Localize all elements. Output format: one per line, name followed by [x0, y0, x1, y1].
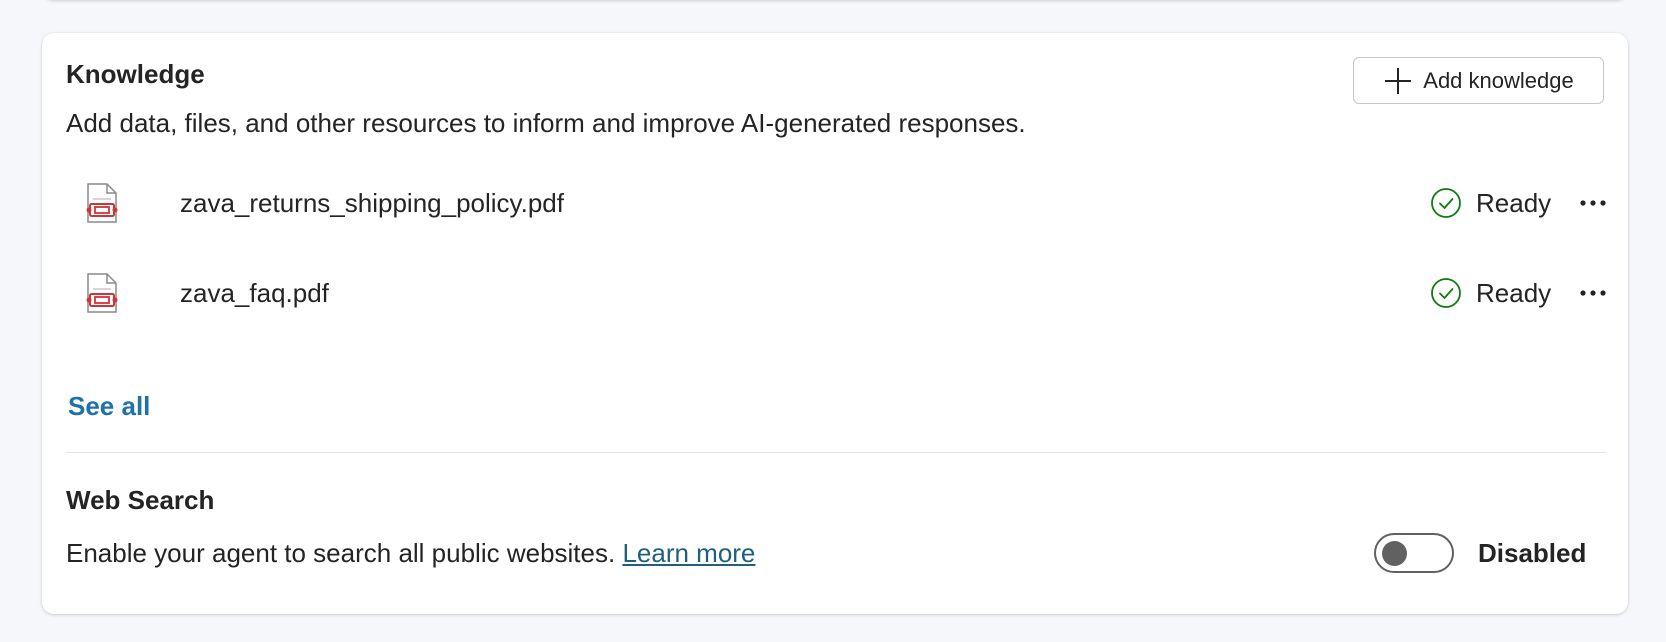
check-circle-icon: [1431, 188, 1461, 218]
status-badge: Ready: [1430, 277, 1551, 309]
web-search-toggle[interactable]: [1374, 533, 1454, 573]
file-name[interactable]: zava_returns_shipping_policy.pdf: [180, 188, 564, 219]
knowledge-file-row[interactable]: zava_returns_shipping_policy.pdf Ready: [66, 173, 1606, 233]
more-options-icon[interactable]: [1576, 276, 1610, 310]
status-badge: Ready: [1430, 187, 1551, 219]
knowledge-card: Knowledge Add knowledge Add data, files,…: [42, 33, 1628, 614]
pdf-file-icon: [86, 183, 118, 223]
toggle-state-label: Disabled: [1478, 538, 1587, 568]
add-knowledge-label: Add knowledge: [1423, 67, 1574, 93]
web-search-title: Web Search: [66, 485, 215, 515]
more-options-icon[interactable]: [1576, 186, 1610, 220]
file-name[interactable]: zava_faq.pdf: [180, 278, 329, 309]
knowledge-file-row[interactable]: zava_faq.pdf Ready: [66, 263, 1606, 323]
web-search-description: Enable your agent to search all public w…: [66, 538, 623, 568]
add-knowledge-button[interactable]: Add knowledge: [1353, 57, 1604, 104]
status-text: Ready: [1476, 277, 1552, 308]
learn-more-link[interactable]: Learn more: [622, 538, 755, 568]
see-all-link[interactable]: See all: [68, 391, 150, 422]
pdf-file-icon: [86, 273, 118, 313]
status-text: Ready: [1476, 187, 1552, 218]
check-circle-icon: [1431, 278, 1461, 308]
toggle-knob: [1382, 541, 1407, 566]
web-search-description-row: Enable your agent to search all public w…: [66, 538, 755, 569]
knowledge-description: Add data, files, and other resources to …: [66, 108, 1026, 138]
section-divider: [66, 452, 1606, 453]
plus-icon: [1385, 67, 1412, 94]
knowledge-title: Knowledge: [66, 59, 205, 89]
